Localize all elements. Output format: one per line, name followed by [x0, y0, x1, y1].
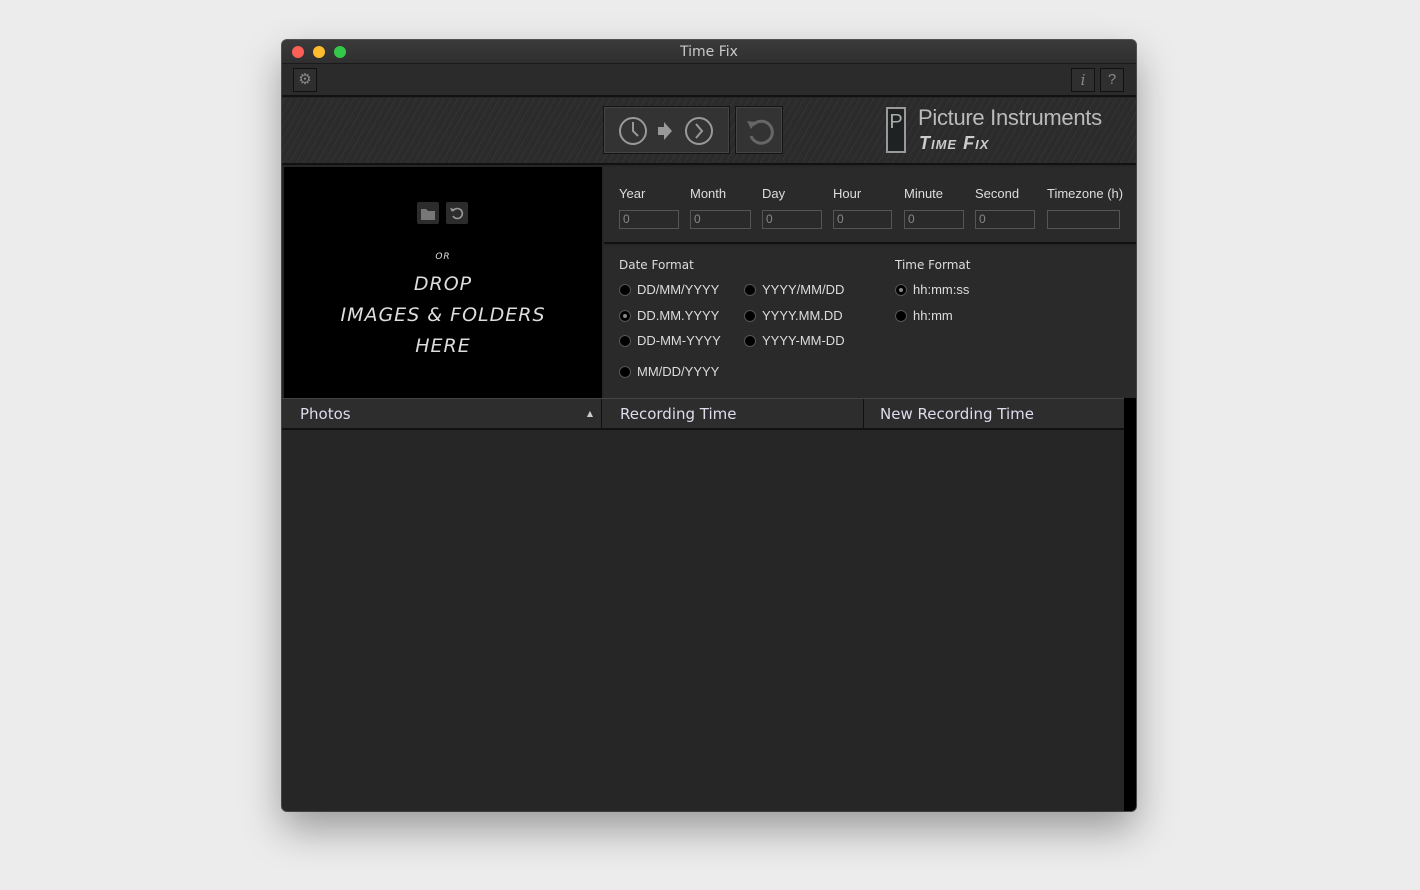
radio-label: hh:mm:ss: [913, 282, 970, 297]
column-recording-time[interactable]: Recording Time: [602, 399, 864, 429]
drop-line-2: IMAGES & FOLDERS: [340, 304, 546, 326]
drop-line-1: DROP: [413, 273, 473, 295]
hour-input[interactable]: 0: [833, 210, 892, 229]
drop-zone[interactable]: OR DROP IMAGES & FOLDERS HERE: [284, 167, 602, 398]
format-options: Date Format Time Format DD/MM/YYYY DD.MM…: [604, 246, 1136, 398]
year-label: Year: [619, 186, 646, 201]
hour-label: Hour: [833, 186, 862, 201]
radio-yyyy-mm-dd-slash[interactable]: YYYY/MM/DD: [744, 282, 844, 297]
day-input[interactable]: 0: [762, 210, 822, 229]
sort-ascending-icon: ▲: [586, 409, 593, 418]
table-header: Photos ▲ Recording Time New Recording Tim…: [282, 398, 1124, 430]
company-name: Picture Instruments: [918, 105, 1102, 130]
header-band: P Picture Instruments Time Fix: [282, 98, 1136, 165]
month-label: Month: [690, 186, 727, 201]
reload-button[interactable]: [446, 202, 468, 224]
date-format-heading: Date Format: [619, 258, 694, 272]
info-button[interactable]: i: [1071, 68, 1095, 92]
photo-list: [282, 430, 1124, 811]
minute-label: Minute: [904, 186, 944, 201]
second-input[interactable]: 0: [975, 210, 1035, 229]
open-folder-button[interactable]: [417, 202, 439, 224]
radio-label: DD-MM-YYYY: [637, 333, 721, 348]
radio-label: YYYY/MM/DD: [762, 282, 845, 297]
app-window: Time Fix ⚙ i ? P Picture Instruments Tim…: [282, 40, 1136, 811]
minimize-button[interactable]: [313, 46, 325, 58]
radio-dd-mm-yyyy-slash[interactable]: DD/MM/YYYY: [619, 282, 719, 297]
radio-mm-dd-yyyy[interactable]: MM/DD/YYYY: [619, 364, 719, 379]
radio-dd-mm-yyyy-dash[interactable]: DD-MM-YYYY: [619, 333, 721, 348]
undo-icon: [747, 119, 774, 145]
p-logo-icon: P: [886, 107, 906, 153]
zoom-button[interactable]: [334, 46, 346, 58]
folder-icon: [421, 209, 435, 220]
or-label: OR: [435, 252, 451, 262]
column-new-recording-time[interactable]: New Recording Time: [864, 399, 1124, 429]
title-bar: Time Fix: [282, 40, 1136, 64]
column-photos[interactable]: Photos ▲: [282, 399, 602, 429]
help-button[interactable]: ?: [1100, 68, 1124, 92]
radio-label: hh:mm: [913, 308, 953, 323]
clock-arrow-clock-icon: [619, 117, 713, 145]
day-label: Day: [762, 186, 786, 201]
settings-button[interactable]: ⚙: [293, 68, 317, 92]
radio-hh-mm[interactable]: hh:mm: [895, 308, 953, 323]
scrollbar[interactable]: [1124, 398, 1136, 811]
refresh-icon: [450, 207, 464, 220]
close-button[interactable]: [292, 46, 304, 58]
radio-label: MM/DD/YYYY: [637, 364, 720, 379]
gear-icon: ⚙: [298, 71, 312, 88]
time-format-heading: Time Format: [895, 258, 971, 272]
timezone-label: Timezone (h): [1047, 186, 1124, 201]
undo-button[interactable]: [735, 106, 783, 154]
year-input[interactable]: 0: [619, 210, 679, 229]
radio-label: YYYY-MM-DD: [762, 333, 845, 348]
radio-label: YYYY.MM.DD: [762, 308, 843, 323]
radio-hh-mm-ss[interactable]: hh:mm:ss: [895, 282, 969, 297]
toolbar: ⚙ i ?: [282, 64, 1136, 97]
radio-yyyy-mm-dd-dash[interactable]: YYYY-MM-DD: [744, 333, 845, 348]
radio-dd-mm-yyyy-dot[interactable]: DD.MM.YYYY: [619, 308, 719, 323]
timezone-input[interactable]: [1047, 210, 1120, 229]
time-offset-fields: Year Month Day Hour Minute Second Timezo…: [604, 167, 1136, 244]
second-label: Second: [975, 186, 1020, 201]
radio-yyyy-mm-dd-dot[interactable]: YYYY.MM.DD: [744, 308, 843, 323]
apply-time-button[interactable]: [603, 106, 730, 154]
month-input[interactable]: 0: [690, 210, 751, 229]
radio-label: DD.MM.YYYY: [637, 308, 720, 323]
minute-input[interactable]: 0: [904, 210, 964, 229]
column-label: Photos: [300, 405, 351, 423]
radio-label: DD/MM/YYYY: [637, 282, 720, 297]
drop-line-3: HERE: [415, 335, 471, 357]
window-title: Time Fix: [680, 44, 738, 60]
product-name: Time Fix: [919, 133, 990, 153]
